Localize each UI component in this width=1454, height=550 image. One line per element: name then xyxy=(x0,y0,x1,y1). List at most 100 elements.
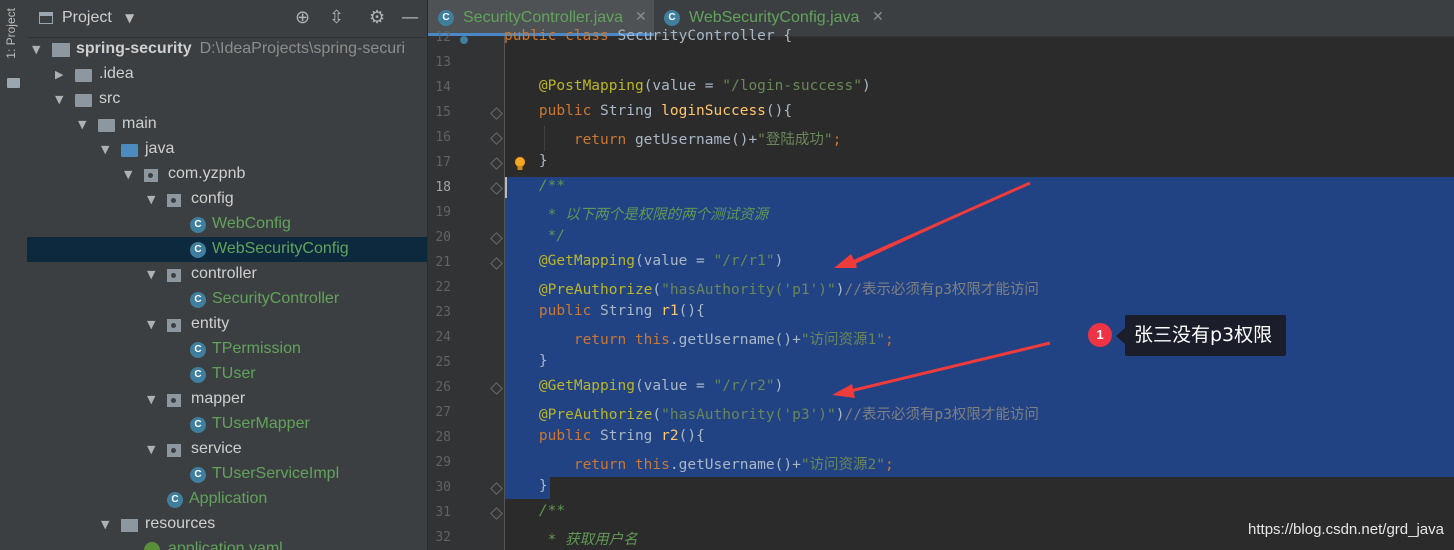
line-number: 16 xyxy=(435,130,451,145)
tree-item-tuser[interactable]: C TUser xyxy=(27,362,427,387)
tree-item-entity[interactable]: ▼ entity xyxy=(27,312,427,337)
line-number: 27 xyxy=(435,405,451,420)
project-panel-title[interactable]: Project xyxy=(62,9,112,27)
tree-item-label: resources xyxy=(145,515,216,532)
module-path: D:\IdeaProjects\spring-securi xyxy=(199,40,406,57)
folder-icon xyxy=(98,119,115,132)
implemented-icon[interactable] xyxy=(458,35,470,45)
watermark-text: https://blog.csdn.net/grd_java xyxy=(1248,521,1444,538)
crosshair-icon[interactable]: ⊕ xyxy=(295,8,310,28)
code-line: @PreAuthorize("hasAuthority('p1')")//表示必… xyxy=(538,282,1039,298)
collapse-all-icon[interactable]: ⇳ xyxy=(329,8,344,28)
indent-guide xyxy=(544,126,545,151)
expanded-arrow-icon[interactable]: ▼ xyxy=(147,193,155,206)
package-icon xyxy=(167,194,181,207)
close-icon[interactable]: ✕ xyxy=(872,9,884,25)
java-class-icon: C xyxy=(190,242,206,258)
tree-item-resources[interactable]: ▼ resources xyxy=(27,512,427,537)
annotation-callout: 张三没有p3权限 xyxy=(1115,315,1287,356)
module-icon xyxy=(52,43,70,57)
fold-marker-icon[interactable] xyxy=(490,382,503,395)
expanded-arrow-icon[interactable]: ▼ xyxy=(101,518,109,531)
fold-marker-icon[interactable] xyxy=(490,182,503,195)
resources-folder-icon xyxy=(121,519,138,532)
tree-item-application[interactable]: C Application xyxy=(27,487,427,512)
expanded-arrow-icon[interactable]: ▼ xyxy=(101,143,109,156)
line-number: 24 xyxy=(435,330,451,345)
project-panel-header: Project ▼ ⊕ ⇳ ⚙ — xyxy=(27,0,427,38)
tree-item-websecurityconfig[interactable]: C WebSecurityConfig xyxy=(27,237,427,262)
tree-item-tuserserviceimpl[interactable]: C TUserServiceImpl xyxy=(27,462,427,487)
fold-marker-icon[interactable] xyxy=(490,232,503,245)
tree-item-webconfig[interactable]: C WebConfig xyxy=(27,212,427,237)
project-panel: Project ▼ ⊕ ⇳ ⚙ — ▼ spring-security D:\Ide… xyxy=(27,0,428,550)
expanded-arrow-icon[interactable]: ▼ xyxy=(147,268,155,281)
tree-item-src[interactable]: ▼ src xyxy=(27,87,427,112)
tree-item-label: .idea xyxy=(99,65,134,82)
tree-item-java[interactable]: ▼ java xyxy=(27,137,427,162)
tree-item-label: TUserServiceImpl xyxy=(212,465,340,482)
expanded-arrow-icon[interactable]: ▼ xyxy=(78,118,86,131)
tree-item-tpermission[interactable]: C TPermission xyxy=(27,337,427,362)
tree-item-label: application.yaml xyxy=(168,540,283,550)
tree-item-tusermapper[interactable]: C TUserMapper xyxy=(27,412,427,437)
expanded-arrow-icon[interactable]: ▼ xyxy=(55,93,63,106)
collapsed-arrow-icon[interactable]: ▶ xyxy=(55,68,63,81)
line-number: 29 xyxy=(435,455,451,470)
java-class-icon: C xyxy=(190,367,206,383)
tree-item-application-yaml[interactable]: application.yaml xyxy=(27,537,427,550)
java-class-icon: C xyxy=(664,10,680,26)
tree-item-idea[interactable]: ▶ .idea xyxy=(27,62,427,87)
tree-item-config[interactable]: ▼ config xyxy=(27,187,427,212)
close-icon[interactable]: ✕ xyxy=(635,9,647,25)
gear-icon[interactable]: ⚙ xyxy=(369,8,385,28)
line-number: 17 xyxy=(435,155,451,170)
fold-marker-icon[interactable] xyxy=(490,107,503,120)
hide-panel-icon[interactable]: — xyxy=(401,8,419,28)
tree-item-mapper[interactable]: ▼ mapper xyxy=(27,387,427,412)
folder-icon[interactable] xyxy=(7,78,20,88)
tree-item-label: TUserMapper xyxy=(212,415,310,432)
expanded-arrow-icon[interactable]: ▼ xyxy=(124,168,132,181)
fold-marker-icon[interactable] xyxy=(490,507,503,520)
tree-item-label: spring-security D:\IdeaProjects\spring-se… xyxy=(76,40,406,57)
package-icon xyxy=(167,319,181,332)
expanded-arrow-icon[interactable]: ▼ xyxy=(147,393,155,406)
tree-item-controller[interactable]: ▼ controller xyxy=(27,262,427,287)
fold-marker-icon[interactable] xyxy=(490,157,503,170)
fold-marker-icon[interactable] xyxy=(490,257,503,270)
tree-item-label: TPermission xyxy=(212,340,301,357)
code-line: * 以下两个是权限的两个测试资源 xyxy=(547,207,769,223)
fold-marker-icon[interactable] xyxy=(490,482,503,495)
tree-item-securitycontroller[interactable]: C SecurityController xyxy=(27,287,427,312)
expanded-arrow-icon[interactable]: ▼ xyxy=(147,443,155,456)
fold-marker-icon[interactable] xyxy=(490,132,503,145)
expanded-arrow-icon[interactable]: ▼ xyxy=(147,318,155,331)
tree-item-service[interactable]: ▼ service xyxy=(27,437,427,462)
java-class-icon: C xyxy=(438,10,454,26)
package-icon xyxy=(167,269,181,282)
package-icon xyxy=(144,169,158,182)
code-line: @GetMapping(value = "/r/r2") xyxy=(538,378,784,394)
tree-item-label: controller xyxy=(191,265,257,282)
java-class-icon: C xyxy=(190,417,206,433)
tree-item-com-yzpnb[interactable]: ▼ com.yzpnb xyxy=(27,162,427,187)
line-number: 19 xyxy=(435,205,451,220)
line-number: 18 xyxy=(435,180,451,195)
code-line: @GetMapping(value = "/r/r1") xyxy=(538,253,784,269)
package-icon xyxy=(167,444,181,457)
lightbulb-icon[interactable] xyxy=(512,154,528,174)
line-number: 12 xyxy=(435,30,451,45)
project-tool-tab[interactable]: 1: Project xyxy=(4,8,18,59)
chevron-down-icon[interactable]: ▼ xyxy=(125,11,134,25)
line-number: 23 xyxy=(435,305,451,320)
line-number: 22 xyxy=(435,280,451,295)
project-window-icon xyxy=(39,12,53,24)
tree-item-spring-security[interactable]: ▼ spring-security D:\IdeaProjects\spring-s… xyxy=(27,37,427,62)
line-number: 13 xyxy=(435,55,451,70)
text-caret xyxy=(505,177,507,198)
line-number: 28 xyxy=(435,430,451,445)
tree-item-main[interactable]: ▼ main xyxy=(27,112,427,137)
expanded-arrow-icon[interactable]: ▼ xyxy=(32,43,40,56)
java-class-icon: C xyxy=(190,217,206,233)
